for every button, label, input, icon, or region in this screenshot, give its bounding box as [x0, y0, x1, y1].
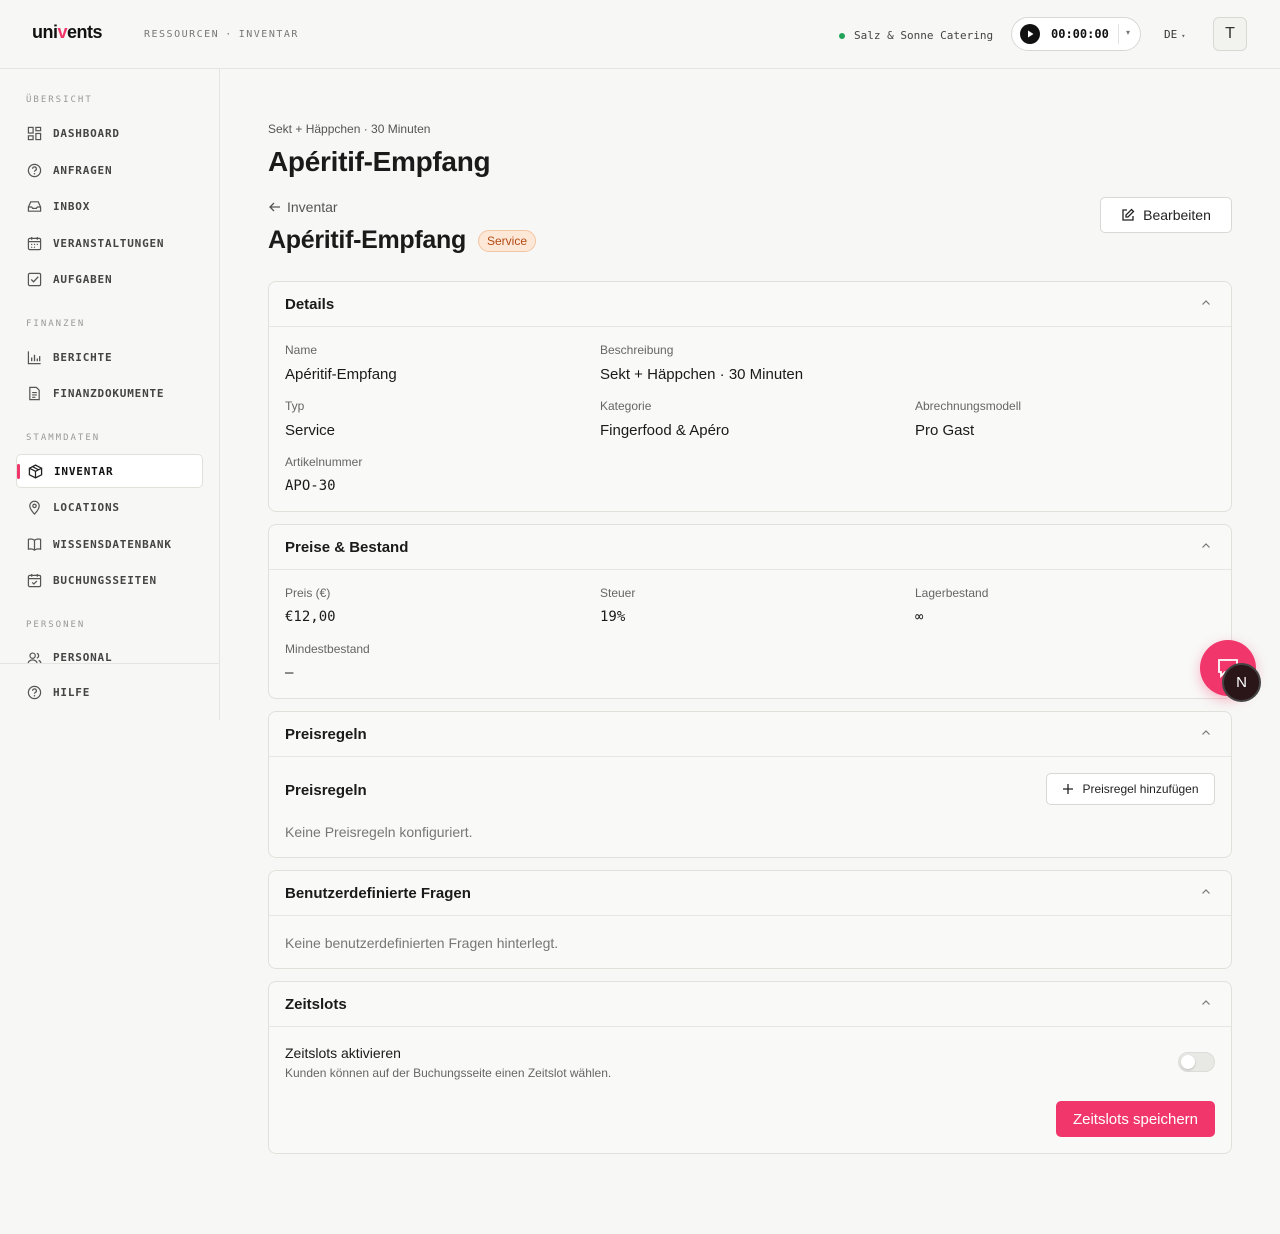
calendar-icon [27, 236, 42, 250]
top-bar: univents RESSOURCEN · INVENTAR Salz & Sonn… [0, 0, 1280, 69]
book-icon [27, 537, 42, 551]
edit-icon [1122, 208, 1135, 221]
field-min-stock: Mindestbestand — [285, 642, 370, 681]
timeslots-toggle-hint: Kunden können auf der Buchungsseite eine… [285, 1066, 612, 1080]
chevron-up-icon [1202, 730, 1210, 735]
item-title: Apéritif-Empfang [268, 226, 466, 254]
price-rules-empty-state: Keine Preisregeln konfiguriert. [285, 824, 473, 840]
edit-button[interactable]: Bearbeiten [1100, 197, 1232, 233]
sidebar-item-aufgaben[interactable]: AUFGABEN [16, 262, 203, 296]
item-header: Apéritif-Empfang Service [268, 226, 536, 255]
field-category: Kategorie Fingerfood & Apéro [600, 399, 730, 439]
sidebar-item-inbox[interactable]: INBOX [16, 189, 203, 223]
pricing-card-header[interactable]: Preise & Bestand [269, 525, 1231, 570]
price-rules-card: Preisregeln Preisregeln Preisregel hinzu… [268, 711, 1232, 858]
page-title: Apéritif-Empfang [268, 146, 491, 177]
users-icon [27, 652, 42, 663]
time-tracker: 00:00:00 ▾ [1011, 17, 1141, 51]
field-price: Preis (€) €12,00 [285, 586, 336, 625]
checkbox-icon [27, 272, 42, 286]
arrow-left-icon [269, 202, 280, 212]
chevron-down-icon: ▾ [1181, 32, 1186, 40]
add-price-rule-button[interactable]: Preisregel hinzufügen [1046, 773, 1215, 805]
document-icon [29, 386, 40, 400]
sidebar-item-locations[interactable]: LOCATIONS [16, 490, 203, 524]
play-button[interactable] [1020, 24, 1040, 44]
custom-questions-empty-state: Keine benutzerdefinierten Fragen hinterl… [285, 935, 559, 951]
save-timeslots-button[interactable]: Zeitslots speichern [1056, 1101, 1215, 1137]
timer-display: 00:00:00 [1051, 27, 1109, 41]
field-name: Name Apéritif-Empfang [285, 343, 397, 383]
plus-icon [1063, 784, 1074, 794]
details-card: Details Name Apéritif-Empfang Beschreibun… [268, 281, 1232, 512]
play-icon [1028, 30, 1034, 38]
timeslots-card: Zeitslots Zeitslots aktivieren Kunden kö… [268, 981, 1232, 1154]
breadcrumb-item-ressourcen[interactable]: RESSOURCEN [144, 29, 219, 40]
breadcrumb: RESSOURCEN · INVENTAR [144, 29, 299, 40]
timeslots-toggle[interactable] [1178, 1052, 1215, 1072]
dashboard-icon [27, 126, 42, 140]
sidebar-item-veranstaltungen[interactable]: VERANSTALTUNGEN [16, 226, 203, 260]
field-billing-model: Abrechnungsmodell Pro Gast [915, 399, 1022, 439]
sidebar-item-personal[interactable]: PERSONAL [16, 641, 203, 663]
app-logo[interactable]: univents [32, 22, 103, 43]
sidebar-item-inventar[interactable]: INVENTAR [16, 454, 203, 488]
chevron-up-icon [1202, 889, 1210, 894]
chevron-up-icon [1202, 1000, 1210, 1005]
organization-name: Salz & Sonne Catering [854, 29, 994, 42]
map-pin-icon [29, 500, 40, 515]
package-icon [28, 463, 43, 479]
field-stock: Lagerbestand ∞ [915, 586, 989, 625]
sidebar-item-finanzdokumente[interactable]: FINANZDOKUMENTE [16, 376, 203, 410]
bar-chart-icon [27, 350, 41, 364]
timeslots-card-header[interactable]: Zeitslots [269, 982, 1231, 1027]
timeslots-toggle-label: Zeitslots aktivieren [285, 1045, 401, 1061]
organization-selector[interactable]: Salz & Sonne Catering [839, 29, 993, 42]
breadcrumb-separator: · [225, 29, 233, 40]
timer-divider [1118, 24, 1119, 44]
sidebar: ÜBERSICHT DASHBOARD ANFRAGEN INBOX VERAN… [0, 69, 220, 720]
section-label-finance: FINANZEN [26, 319, 86, 329]
calendar-check-icon [27, 573, 42, 587]
sidebar-item-berichte[interactable]: BERICHTE [16, 340, 203, 374]
sidebar-item-hilfe[interactable]: HILFE [16, 675, 203, 709]
field-sku: Artikelnummer APO-30 [285, 455, 363, 494]
timer-menu-chevron-icon[interactable]: ▾ [1126, 28, 1130, 37]
section-label-masterdata: STAMMDATEN [26, 433, 101, 443]
sidebar-item-anfragen[interactable]: ANFRAGEN [16, 153, 203, 187]
user-avatar-button[interactable]: T [1213, 17, 1247, 51]
sidebar-item-wissensdatenbank[interactable]: WISSENSDATENBANK [16, 527, 203, 561]
chevron-up-icon [1202, 543, 1210, 548]
breadcrumb-item-inventar: INVENTAR [238, 29, 299, 40]
sidebar-divider [0, 663, 220, 664]
back-link[interactable]: Inventar [268, 199, 338, 215]
language-selector[interactable]: DE ▾ [1164, 28, 1185, 41]
sidebar-item-dashboard[interactable]: DASHBOARD [16, 116, 203, 150]
toggle-knob [1181, 1055, 1195, 1069]
price-rules-card-header[interactable]: Preisregeln [269, 712, 1231, 757]
type-badge: Service [477, 229, 536, 252]
field-tax: Steuer 19% [600, 586, 636, 625]
section-label-people: PERSONEN [26, 620, 86, 630]
help-icon [27, 685, 42, 699]
pricing-card: Preise & Bestand Preis (€) €12,00 Steuer 1… [268, 524, 1232, 699]
page-kicker: Sekt + Häppchen · 30 Minuten [268, 122, 431, 136]
price-rules-subheading: Preisregeln [285, 782, 367, 799]
assistant-avatar-button[interactable]: N [1222, 663, 1261, 702]
status-dot [839, 32, 845, 39]
question-circle-icon [27, 163, 42, 177]
custom-questions-card: Benutzerdefinierte Fragen Keine benutzer… [268, 870, 1232, 969]
inbox-icon [27, 200, 42, 212]
custom-questions-card-header[interactable]: Benutzerdefinierte Fragen [269, 871, 1231, 916]
field-type: Typ Service [285, 399, 336, 439]
details-card-header[interactable]: Details [269, 282, 1231, 327]
field-description: Beschreibung Sekt + Häppchen · 30 Minuten [600, 343, 804, 383]
section-label-overview: ÜBERSICHT [26, 95, 93, 105]
chevron-up-icon [1202, 300, 1210, 305]
sidebar-item-buchungsseiten[interactable]: BUCHUNGSSEITEN [16, 563, 203, 597]
